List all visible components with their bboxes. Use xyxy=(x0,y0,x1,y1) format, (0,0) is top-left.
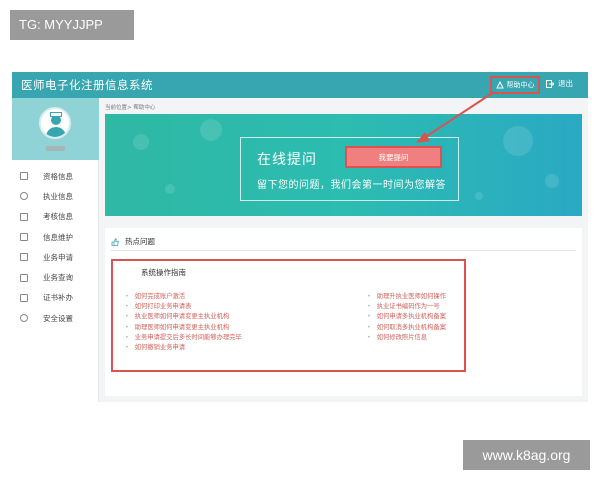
sidebar-item-label: 资格信息 xyxy=(43,171,73,181)
user-name-redacted xyxy=(46,146,65,151)
question-link[interactable]: 执业证书编码作为一号 xyxy=(367,302,446,312)
sidebar-item-apply[interactable]: 业务申请 xyxy=(12,247,99,267)
sidebar-item-assessment[interactable]: 考核信息 xyxy=(12,207,99,227)
app-window: 医师电子化注册信息系统 帮助中心 退出 资格信息 执业信息 考核信息 信息维护 … xyxy=(12,72,588,402)
help-center-button[interactable]: 帮助中心 xyxy=(490,76,540,94)
headset-icon xyxy=(20,192,28,201)
breadcrumb: 当前位置> 帮助中心 xyxy=(105,105,156,111)
divider xyxy=(111,250,576,251)
apply-icon xyxy=(20,253,28,262)
help-icon xyxy=(495,81,504,89)
hot-questions-panel: 热点问题 系统操作指南 如何完成账户激活 如何打印业务申请表 执业医师如何申请变… xyxy=(105,228,582,396)
certificate-icon xyxy=(20,293,28,302)
sidebar-item-security[interactable]: 安全设置 xyxy=(12,308,99,328)
sidebar-item-label: 业务申请 xyxy=(43,252,73,262)
banner-subtitle: 留下您的问题，我们会第一时间为您解答 xyxy=(257,180,446,191)
guide-title: 系统操作指南 xyxy=(141,268,186,277)
header-bar: 医师电子化注册信息系统 帮助中心 退出 xyxy=(12,72,588,98)
thumb-icon xyxy=(111,237,119,246)
document-icon xyxy=(20,172,28,181)
sidebar-item-label: 信息维护 xyxy=(43,232,73,242)
question-link[interactable]: 业务申请提交后多长时间能够办理完毕 xyxy=(125,333,242,343)
sidebar-item-certificate[interactable]: 证书补办 xyxy=(12,288,99,308)
sidebar-item-label: 执业信息 xyxy=(43,191,73,201)
watermark-bottom-right: www.k8ag.org xyxy=(463,440,590,470)
avatar xyxy=(39,107,71,139)
sidebar-menu: 资格信息 执业信息 考核信息 信息维护 业务申请 业务查询 证书补办 安全设置 xyxy=(12,166,99,328)
logout-icon xyxy=(546,79,554,88)
question-link[interactable]: 如何完成账户激活 xyxy=(125,292,242,302)
watermark-top-left: TG: MYYJJPP xyxy=(10,10,134,40)
hot-questions-tab[interactable]: 热点问题 xyxy=(111,236,155,251)
logout-label: 退出 xyxy=(558,79,573,88)
question-link[interactable]: 如何打印业务申请表 xyxy=(125,302,242,312)
banner-title: 在线提问 xyxy=(257,152,317,168)
ask-banner: 在线提问 我要提问 留下您的问题，我们会第一时间为您解答 xyxy=(105,114,582,216)
question-list-left: 如何完成账户激活 如何打印业务申请表 执业医师如何申请变更主执业机构 助理医师如… xyxy=(125,292,242,353)
user-panel xyxy=(12,98,99,160)
edit-icon xyxy=(20,233,28,242)
sidebar-item-label: 安全设置 xyxy=(43,313,73,323)
question-list-right: 助理升执业医师如何操作 执业证书编码作为一号 如何申请多执业机构备案 如何取消多… xyxy=(367,292,446,343)
hot-questions-heading: 热点问题 xyxy=(125,237,155,246)
sidebar-item-label: 考核信息 xyxy=(43,212,73,222)
banner-frame xyxy=(240,137,459,201)
user-lock-icon xyxy=(20,314,28,323)
sidebar: 资格信息 执业信息 考核信息 信息维护 业务申请 业务查询 证书补办 安全设置 xyxy=(12,98,99,402)
question-link[interactable]: 助理医师如何申请变更主执业机构 xyxy=(125,323,242,333)
question-link[interactable]: 如何撤销业务申请 xyxy=(125,343,242,353)
help-center-label: 帮助中心 xyxy=(506,81,535,89)
question-link[interactable]: 如何取消多执业机构备案 xyxy=(367,323,446,333)
clipboard-icon xyxy=(20,212,28,221)
app-title: 医师电子化注册信息系统 xyxy=(21,78,153,92)
question-link[interactable]: 执业医师如何申请变更主执业机构 xyxy=(125,312,242,322)
query-icon xyxy=(20,273,28,282)
sidebar-item-label: 业务查询 xyxy=(43,273,73,283)
logout-button[interactable]: 退出 xyxy=(546,78,573,89)
question-link[interactable]: 如何修改照片信息 xyxy=(367,333,446,343)
question-link[interactable]: 助理升执业医师如何操作 xyxy=(367,292,446,302)
page: TG: MYYJJPP 医师电子化注册信息系统 帮助中心 退出 资格信息 执业信… xyxy=(0,0,600,480)
question-link[interactable]: 如何申请多执业机构备案 xyxy=(367,312,446,322)
ask-question-button[interactable]: 我要提问 xyxy=(345,146,442,168)
sidebar-item-maintenance[interactable]: 信息维护 xyxy=(12,227,99,247)
sidebar-item-query[interactable]: 业务查询 xyxy=(12,267,99,287)
sidebar-item-practice[interactable]: 执业信息 xyxy=(12,186,99,206)
sidebar-item-label: 证书补办 xyxy=(43,293,73,303)
sidebar-item-qualification[interactable]: 资格信息 xyxy=(12,166,99,186)
